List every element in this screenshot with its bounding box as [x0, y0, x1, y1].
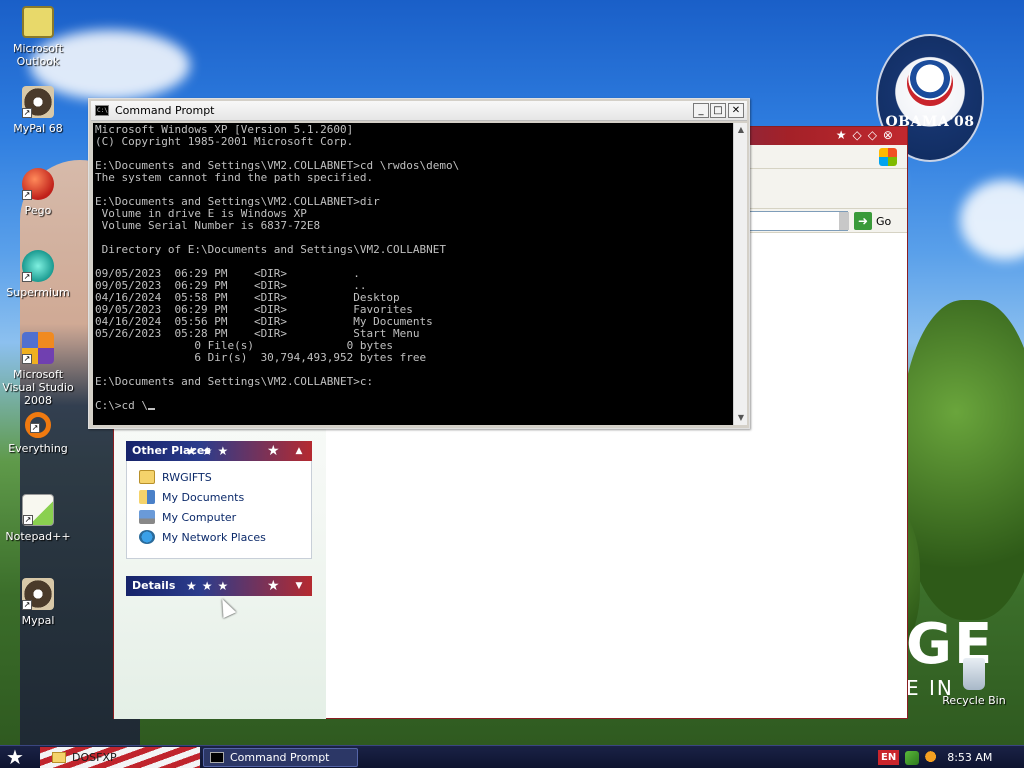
everything-icon: ↗	[25, 412, 51, 438]
command-prompt-window[interactable]: C:\ Command Prompt _ □ ✕ Microsoft Windo…	[88, 98, 750, 429]
go-label: Go	[876, 214, 892, 228]
other-places-header[interactable]: Other Places ★★★ ★ ▲	[126, 441, 312, 461]
place-item-rwgifts[interactable]: RWGIFTS	[139, 469, 212, 485]
console-text: Microsoft Windows XP [Version 5.1.2600] …	[95, 123, 460, 412]
desktop-icon-pego[interactable]: ↗ Pego	[0, 168, 76, 217]
place-item-my-network-places[interactable]: My Network Places	[139, 529, 266, 545]
go-button[interactable]: ➜ Go	[854, 212, 891, 230]
recycle-bin-icon	[963, 658, 985, 690]
place-item-label: My Documents	[162, 490, 245, 504]
desktop-icon-mypal[interactable]: ↗ Mypal	[0, 578, 76, 627]
desktop-icon-label: Supermium	[6, 286, 70, 299]
place-item-my-computer[interactable]: My Computer	[139, 509, 236, 525]
desktop-icon-outlook[interactable]: Microsoft Outlook	[0, 6, 76, 68]
maximize-button[interactable]: □	[710, 103, 726, 118]
desktop-icon-label: Mypal	[21, 614, 55, 627]
expand-icon[interactable]: ▼	[292, 576, 306, 596]
go-arrow-icon: ➜	[854, 212, 872, 230]
desktop-icon-supermium[interactable]: ↗ Supermium	[0, 250, 76, 299]
desktop-icon-mypal68[interactable]: ↗ MyPal 68	[0, 86, 76, 135]
cmd-titlebar[interactable]: C:\ Command Prompt _ □ ✕	[91, 101, 747, 121]
stars-decoration-icon: ★★★	[186, 579, 234, 593]
address-dropdown[interactable]	[839, 212, 849, 230]
taskbar-button-folder[interactable]: DOSFXP	[46, 748, 196, 767]
clock[interactable]: 8:53 AM	[947, 751, 992, 764]
taskbar-button-label: DOSFXP	[72, 751, 117, 764]
scroll-down-icon[interactable]: ▼	[734, 411, 748, 425]
taskbar: ★ DOSFXP Command Prompt EN 8:53 AM	[0, 745, 1024, 768]
desktop-icon-recycle-bin[interactable]: Recycle Bin	[936, 658, 1012, 707]
desktop-icon-label: Notepad++	[5, 530, 71, 543]
desktop-icon-label: Pego	[24, 204, 52, 217]
obama-logo-icon	[907, 60, 953, 106]
taskbar-button-label: Command Prompt	[230, 751, 330, 764]
pego-icon: ↗	[22, 168, 54, 200]
cmd-icon: C:\	[95, 105, 109, 116]
desktop-icon-label: MyPal 68	[13, 122, 63, 135]
text-cursor	[147, 408, 155, 410]
details-title: Details	[132, 579, 176, 592]
raccoon-icon: ↗	[22, 578, 54, 610]
folder-icon	[52, 752, 66, 763]
my-computer-icon	[139, 510, 155, 524]
desktop-icon-everything[interactable]: ↗ Everything	[0, 412, 76, 455]
cmd-icon	[210, 752, 224, 763]
outlook-icon	[22, 6, 54, 38]
place-item-label: RWGIFTS	[162, 470, 212, 484]
place-item-my-documents[interactable]: My Documents	[139, 489, 244, 505]
system-tray: EN 8:53 AM	[872, 746, 1024, 768]
windows-logo-icon	[879, 148, 897, 166]
collapse-icon[interactable]: ▲	[292, 441, 306, 461]
my-documents-icon	[139, 490, 155, 504]
place-item-label: My Computer	[162, 510, 237, 524]
desktop-icon-visual-studio[interactable]: ↗ Microsoft Visual Studio 2008	[0, 332, 76, 407]
scroll-up-icon[interactable]: ▲	[734, 123, 748, 137]
supermium-icon: ↗	[22, 250, 54, 282]
raccoon-icon: ↗	[22, 86, 54, 118]
close-button[interactable]: ✕	[728, 103, 744, 118]
stars-decoration-icon: ★★★	[186, 444, 234, 458]
place-item-label: My Network Places	[162, 530, 266, 544]
desktop-icon-label: Microsoft Outlook	[12, 42, 64, 68]
desktop-icon-label: Recycle Bin	[942, 694, 1006, 707]
search-tray-icon[interactable]	[925, 750, 940, 765]
cmd-title: Command Prompt	[115, 104, 215, 117]
minimize-button[interactable]: _	[693, 103, 709, 118]
star-icon: ★	[267, 578, 280, 594]
network-tray-icon[interactable]	[905, 750, 920, 765]
desktop-icon-notepadpp[interactable]: ↗ Notepad++	[0, 494, 76, 543]
star-icon: ★	[267, 443, 280, 459]
network-globe-icon	[139, 530, 155, 544]
notepadpp-icon: ↗	[22, 494, 54, 526]
other-places-panel: RWGIFTS My Documents My Computer My Netw…	[126, 461, 312, 559]
desktop-icon-label: Microsoft Visual Studio 2008	[2, 368, 74, 407]
visual-studio-icon: ↗	[22, 332, 54, 364]
folder-icon	[139, 470, 155, 484]
start-button[interactable]: ★	[6, 746, 24, 768]
console-scrollbar[interactable]: ▲ ▼	[733, 123, 747, 425]
language-indicator[interactable]: EN	[878, 750, 900, 765]
wallpaper-cloud	[960, 180, 1024, 260]
details-header[interactable]: Details ★★★ ★ ▼	[126, 576, 312, 596]
console-output[interactable]: Microsoft Windows XP [Version 5.1.2600] …	[93, 123, 733, 425]
desktop-icon-label: Everything	[8, 442, 68, 455]
explorer-window-controls[interactable]: ★◇◇⊗	[836, 128, 899, 142]
taskbar-button-command-prompt[interactable]: Command Prompt	[203, 748, 358, 767]
